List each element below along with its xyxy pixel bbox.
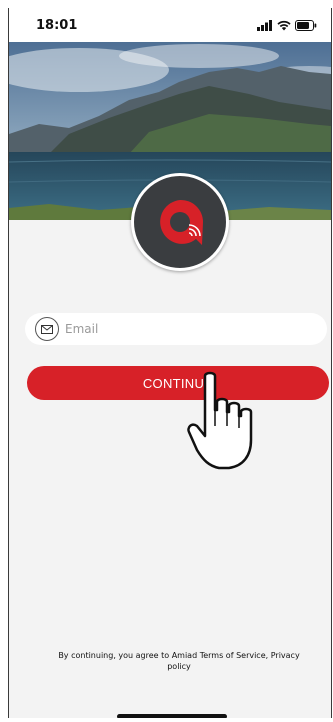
battery-icon (295, 20, 317, 31)
status-icons (257, 20, 317, 31)
wifi-icon (277, 20, 291, 31)
hand-pointer-icon (187, 371, 253, 470)
email-field[interactable] (25, 313, 327, 345)
continue-button[interactable]: CONTINUE (27, 366, 329, 400)
envelope-icon (35, 317, 59, 341)
phone-screen: 18:01 Email CONTINUE By continuing, you … (8, 8, 332, 718)
email-input[interactable] (65, 322, 305, 336)
app-logo-icon (160, 199, 203, 245)
status-bar: 18:01 (9, 8, 331, 42)
home-indicator[interactable] (117, 714, 227, 718)
status-time: 18:01 (36, 18, 78, 33)
terms-text: By continuing, you agree to Amiad Terms … (58, 651, 300, 671)
signal-icon (257, 20, 272, 31)
app-logo (131, 173, 229, 271)
